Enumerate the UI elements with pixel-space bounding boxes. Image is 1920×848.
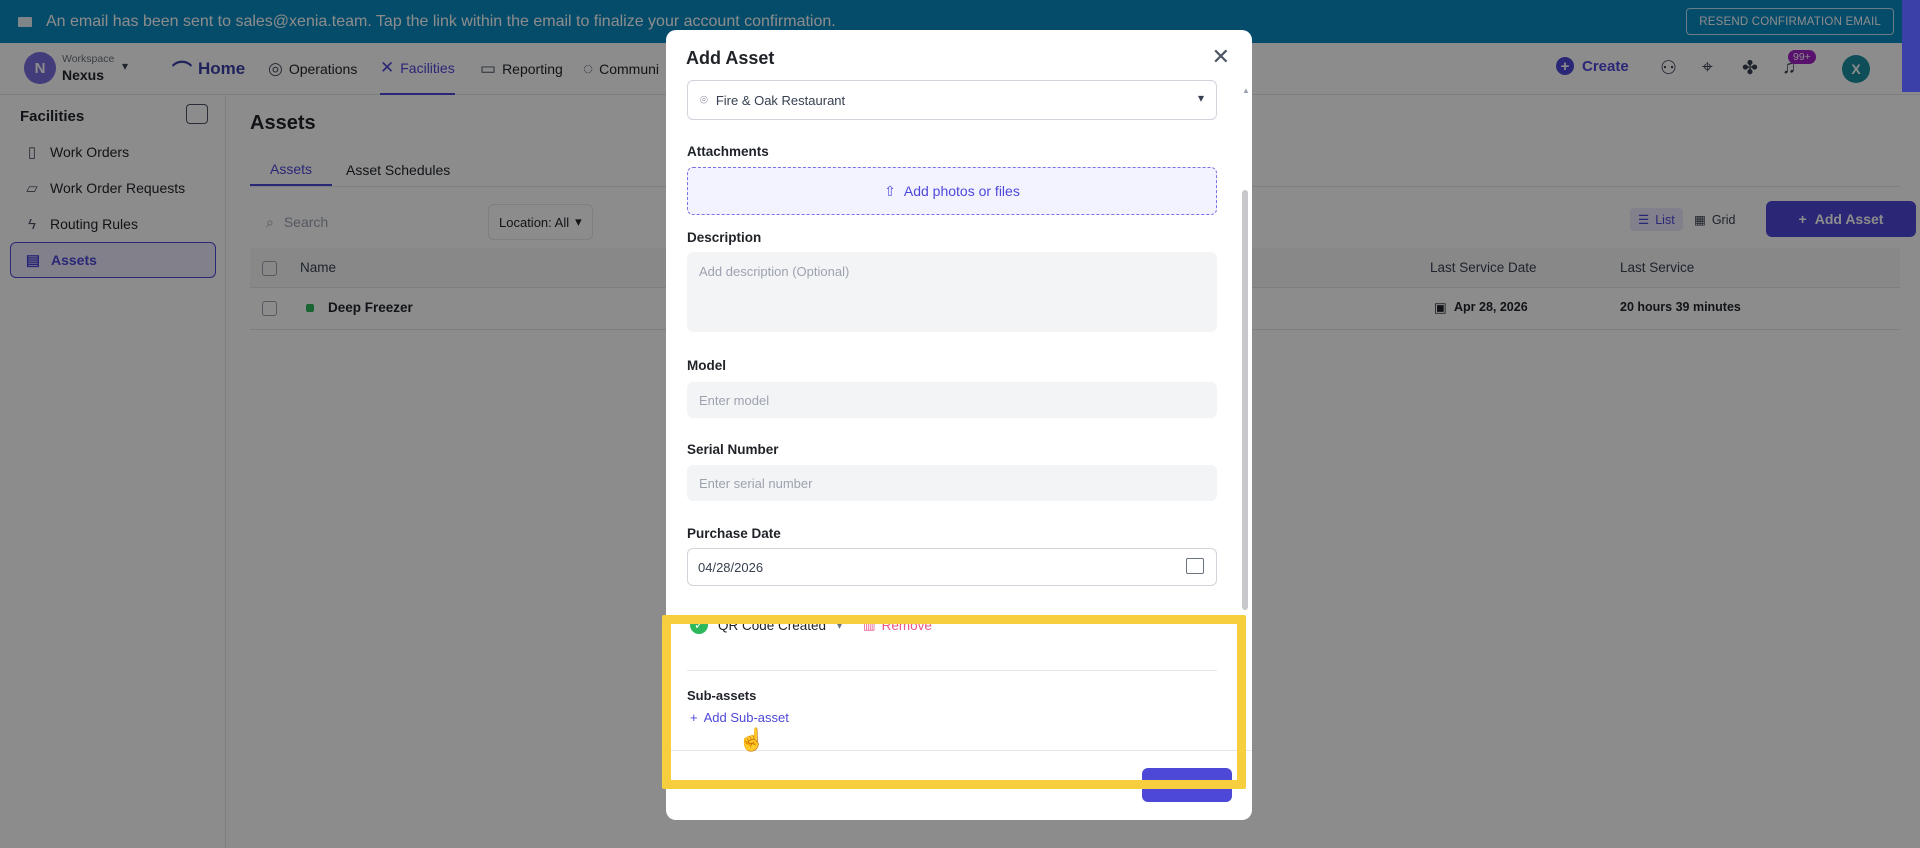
serial-number-label: Serial Number xyxy=(687,442,779,457)
model-label: Model xyxy=(687,358,726,373)
purchase-date-label: Purchase Date xyxy=(687,526,781,541)
highlight-frame xyxy=(662,615,1246,789)
description-label: Description xyxy=(687,230,762,245)
attachments-label: Attachments xyxy=(687,144,769,159)
page-scrollbar[interactable] xyxy=(1902,0,1920,92)
hand-cursor-icon: ☝ xyxy=(738,727,766,752)
scroll-up-icon[interactable]: ▲ xyxy=(1242,86,1250,95)
description-field[interactable]: Add description (Optional) xyxy=(687,252,1217,332)
purchase-date-field[interactable]: 04/28/2026 xyxy=(687,548,1217,586)
upload-cloud-icon: ⇧ xyxy=(884,182,896,199)
location-select[interactable]: ⌾ Fire & Oak Restaurant ▾ xyxy=(687,80,1217,120)
model-field[interactable]: Enter model xyxy=(687,382,1217,418)
location-pin-icon: ⌾ xyxy=(700,92,708,107)
serial-number-field[interactable]: Enter serial number xyxy=(687,465,1217,501)
upload-dropzone[interactable]: ⇧ Add photos or files xyxy=(687,167,1217,215)
modal-title: Add Asset xyxy=(686,48,775,68)
calendar-icon[interactable] xyxy=(1186,558,1204,574)
chevron-down-icon: ▾ xyxy=(1197,91,1204,105)
modal-scrollbar[interactable] xyxy=(1242,190,1248,610)
close-icon[interactable]: ✕ xyxy=(1212,46,1230,68)
